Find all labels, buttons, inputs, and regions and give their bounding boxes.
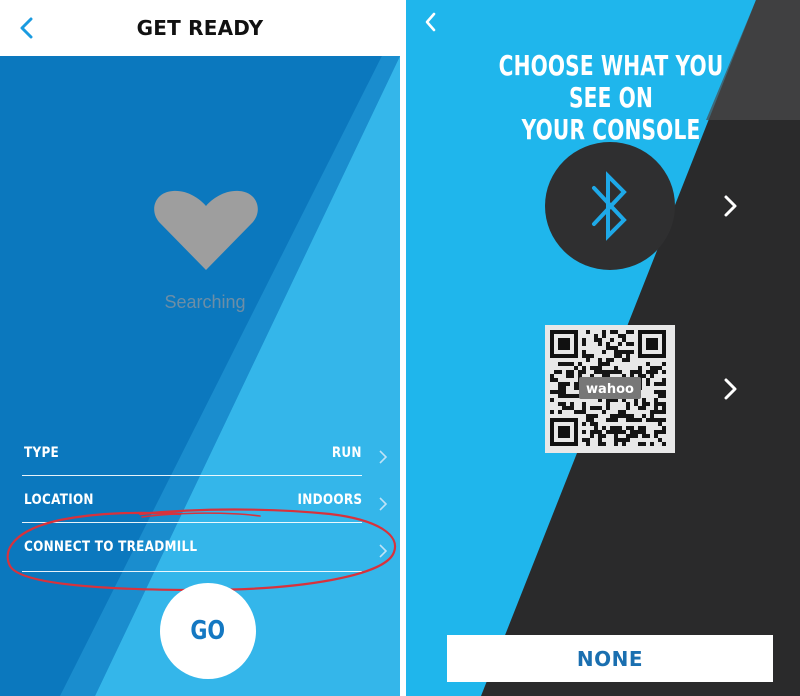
none-label: NONE (576, 646, 644, 671)
setting-row-connect-treadmill[interactable]: CONNECT TO TREADMILL (22, 530, 394, 572)
page-title: GET READY (136, 16, 264, 40)
heart-icon (154, 190, 258, 270)
bluetooth-option[interactable] (545, 142, 675, 270)
searching-status: Searching (164, 292, 246, 312)
setting-row-type[interactable]: TYPE RUN (22, 436, 394, 476)
setting-label: TYPE (24, 445, 60, 461)
setting-label: LOCATION (24, 492, 94, 508)
chevron-right-icon (379, 544, 388, 558)
go-label: GO (190, 616, 226, 646)
row-divider (22, 475, 362, 476)
setting-label: CONNECT TO TREADMILL (24, 539, 198, 555)
setting-row-location[interactable]: LOCATION INDOORS (22, 483, 394, 523)
console-display-screen: CHOOSE WHAT YOU SEE ON YOUR CONSOLE waho… (406, 0, 800, 696)
chevron-right-icon (379, 450, 388, 464)
setting-value: RUN (332, 445, 362, 461)
header-bar: GET READY (0, 0, 400, 56)
chevron-right-icon[interactable] (722, 376, 740, 402)
heading-line: CHOOSE WHAT YOU SEE ON (498, 49, 724, 114)
qr-code-option[interactable]: wahoo (545, 325, 675, 453)
setting-value: INDOORS (297, 492, 362, 508)
chevron-left-icon (425, 12, 436, 32)
bluetooth-icon (592, 171, 627, 241)
console-heading: CHOOSE WHAT YOU SEE ON YOUR CONSOLE (478, 50, 744, 146)
qr-code-icon: wahoo (550, 330, 666, 446)
go-button[interactable]: GO (160, 583, 256, 679)
chevron-right-icon[interactable] (722, 193, 740, 219)
qr-logo-text: wahoo (586, 382, 634, 397)
row-divider (22, 522, 362, 523)
chevron-right-icon (379, 497, 388, 511)
get-ready-screen: GET READY Searching TYPE RUN LOCATION IN… (0, 0, 400, 696)
row-divider (22, 571, 362, 572)
none-button[interactable]: NONE (447, 635, 773, 682)
back-button[interactable] (418, 8, 442, 36)
